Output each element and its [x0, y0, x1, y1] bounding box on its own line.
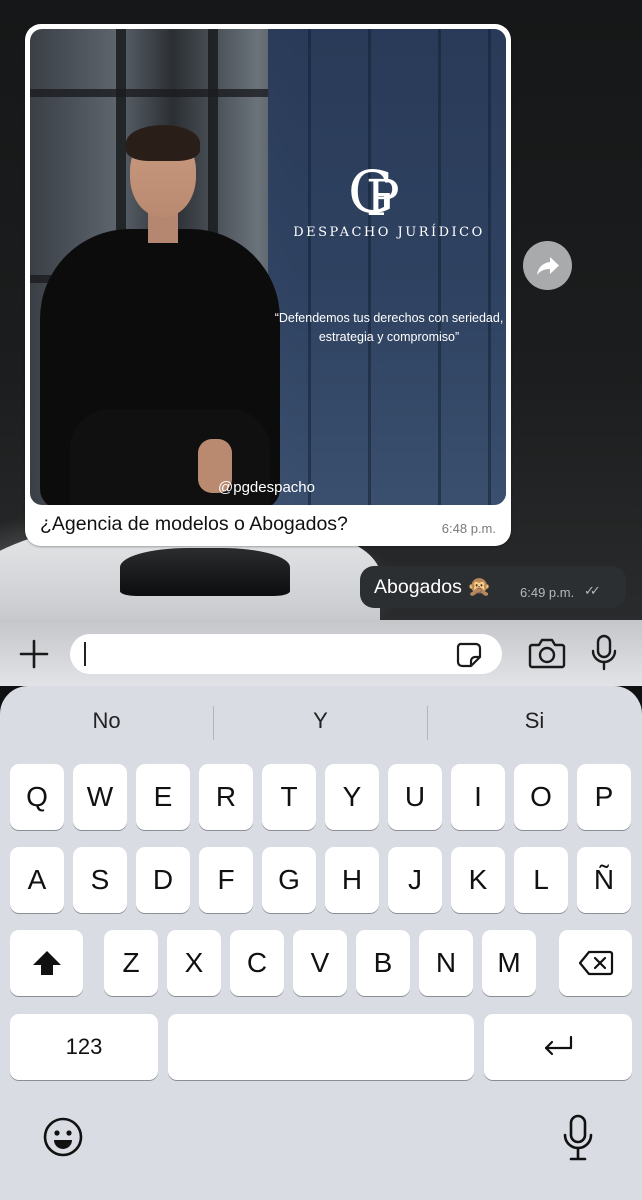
panel-grid-line [368, 29, 371, 505]
key-j[interactable]: J [388, 847, 442, 913]
read-ticks-icon: ✓✓ [584, 583, 601, 598]
key-m[interactable]: M [482, 930, 536, 996]
message-time: 6:48 p.m. [441, 521, 496, 536]
key-k[interactable]: K [451, 847, 505, 913]
return-icon [544, 1035, 573, 1056]
dictation-button[interactable] [562, 1114, 594, 1162]
key-v[interactable]: V [293, 930, 347, 996]
panel-grid-line [488, 29, 491, 505]
outgoing-emoji: 🙊 [467, 576, 492, 598]
voice-message-button[interactable] [590, 634, 618, 672]
message-input[interactable] [70, 634, 502, 674]
emoji-keyboard-button[interactable] [42, 1116, 84, 1158]
photo-window-frame [30, 89, 270, 97]
key-g[interactable]: G [262, 847, 316, 913]
message-photo[interactable]: G P DESPACHO JURÍDICO “Defendemos tus de… [30, 29, 506, 505]
panel-grid-line [308, 29, 311, 505]
chat-area[interactable]: G P DESPACHO JURÍDICO “Defendemos tus de… [0, 0, 642, 620]
shift-key[interactable] [10, 930, 83, 996]
key-a[interactable]: A [10, 847, 64, 913]
key-e[interactable]: E [136, 764, 190, 830]
forward-arrow-icon [536, 256, 559, 275]
suggestion-y[interactable]: Y [214, 708, 427, 734]
key-y[interactable]: Y [325, 764, 379, 830]
logo-letter-p: P [366, 169, 400, 227]
backspace-icon [578, 950, 613, 976]
key-o[interactable]: O [514, 764, 568, 830]
backspace-key[interactable] [559, 930, 632, 996]
emoji-icon [43, 1117, 83, 1157]
key-s[interactable]: S [73, 847, 127, 913]
outgoing-time: 6:49 p.m. [520, 585, 575, 600]
camera-button[interactable] [528, 636, 566, 670]
firm-name: DESPACHO JURÍDICO [293, 225, 485, 240]
firm-quote: “Defendemos tus derechos con seriedad, e… [274, 311, 504, 344]
key-c[interactable]: C [230, 930, 284, 996]
camera-icon [528, 638, 566, 669]
key-b[interactable]: B [356, 930, 410, 996]
key-q[interactable]: Q [10, 764, 64, 830]
key-x[interactable]: X [167, 930, 221, 996]
wallpaper-car-window [120, 548, 290, 596]
sticker-icon [456, 642, 482, 668]
brand-panel [268, 29, 506, 505]
key-i[interactable]: I [451, 764, 505, 830]
numbers-key[interactable]: 123 [10, 1014, 158, 1080]
forward-button[interactable] [523, 241, 572, 290]
key-enye[interactable]: Ñ [577, 847, 631, 913]
key-z[interactable]: Z [104, 930, 158, 996]
key-n[interactable]: N [419, 930, 473, 996]
social-handle: @pgdespacho [218, 479, 315, 496]
dictation-mic-icon [563, 1114, 593, 1161]
key-r[interactable]: R [199, 764, 253, 830]
key-l[interactable]: L [514, 847, 568, 913]
firm-logo: G P [340, 157, 410, 227]
outgoing-text: Abogados [374, 576, 462, 598]
key-t[interactable]: T [262, 764, 316, 830]
message-composer [0, 620, 642, 686]
key-d[interactable]: D [136, 847, 190, 913]
attach-button[interactable] [18, 638, 50, 670]
incoming-image-message[interactable]: G P DESPACHO JURÍDICO “Defendemos tus de… [25, 24, 511, 546]
return-key[interactable] [484, 1014, 632, 1080]
message-caption: ¿Agencia de modelos o Abogados? [40, 513, 348, 535]
sticker-button[interactable] [454, 640, 484, 670]
suggestion-bar: No Y Si [0, 686, 642, 756]
suggestion-si[interactable]: Si [428, 708, 641, 734]
key-f[interactable]: F [199, 847, 253, 913]
key-h[interactable]: H [325, 847, 379, 913]
space-key[interactable] [168, 1014, 474, 1080]
key-w[interactable]: W [73, 764, 127, 830]
caption-row: ¿Agencia de modelos o Abogados? 6:48 p.m… [30, 505, 506, 545]
panel-grid-line [438, 29, 441, 505]
plus-icon [19, 639, 49, 669]
text-cursor [84, 642, 86, 666]
microphone-icon [591, 634, 617, 671]
shift-icon [32, 951, 61, 975]
key-p[interactable]: P [577, 764, 631, 830]
person-hair [126, 125, 200, 161]
suggestion-no[interactable]: No [0, 708, 213, 734]
keyboard: No Y Si Q W E R T Y U I O P A S D F G H … [0, 686, 642, 1200]
outgoing-message[interactable]: Abogados 🙊 6:49 p.m. ✓✓ [360, 566, 626, 608]
key-u[interactable]: U [388, 764, 442, 830]
